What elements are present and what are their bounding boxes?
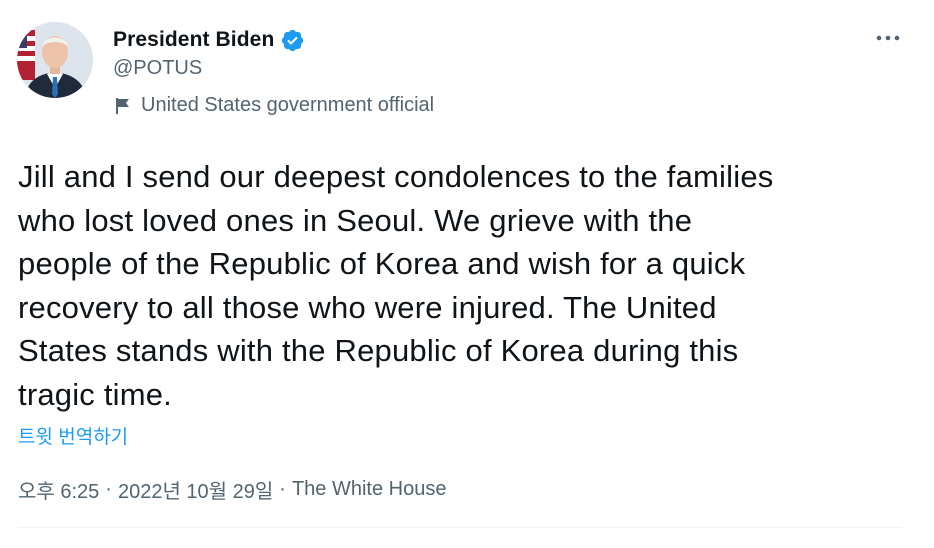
separator: · (105, 478, 112, 500)
divider (18, 527, 902, 528)
government-label-text: United States government official (141, 94, 435, 116)
tweet: President Biden @POTUS United States gov… (0, 0, 934, 548)
author-handle[interactable]: @POTUS (113, 57, 202, 80)
verified-badge-icon (280, 28, 305, 53)
government-label[interactable]: United States government official (113, 94, 434, 117)
tweet-text: Jill and I send our deepest condolences … (18, 159, 774, 412)
author-name-row: President Biden (113, 26, 305, 54)
author-display-name[interactable]: President Biden (113, 28, 274, 52)
translate-tweet-link[interactable]: 트윗 번역하기 (18, 422, 128, 449)
tweet-metadata: 오후 6:25 · 2022년 10월 29일 · The White Hous… (18, 475, 446, 504)
tweet-date[interactable]: 2022년 10월 29일 (118, 475, 273, 504)
tweet-time[interactable]: 오후 6:25 (18, 475, 99, 504)
more-options-icon (876, 35, 900, 41)
tweet-source[interactable]: The White House (292, 478, 447, 501)
more-options-button[interactable] (870, 26, 906, 50)
avatar-image (17, 22, 93, 98)
avatar[interactable] (17, 22, 93, 98)
flag-icon (113, 96, 133, 116)
separator: · (279, 478, 286, 500)
